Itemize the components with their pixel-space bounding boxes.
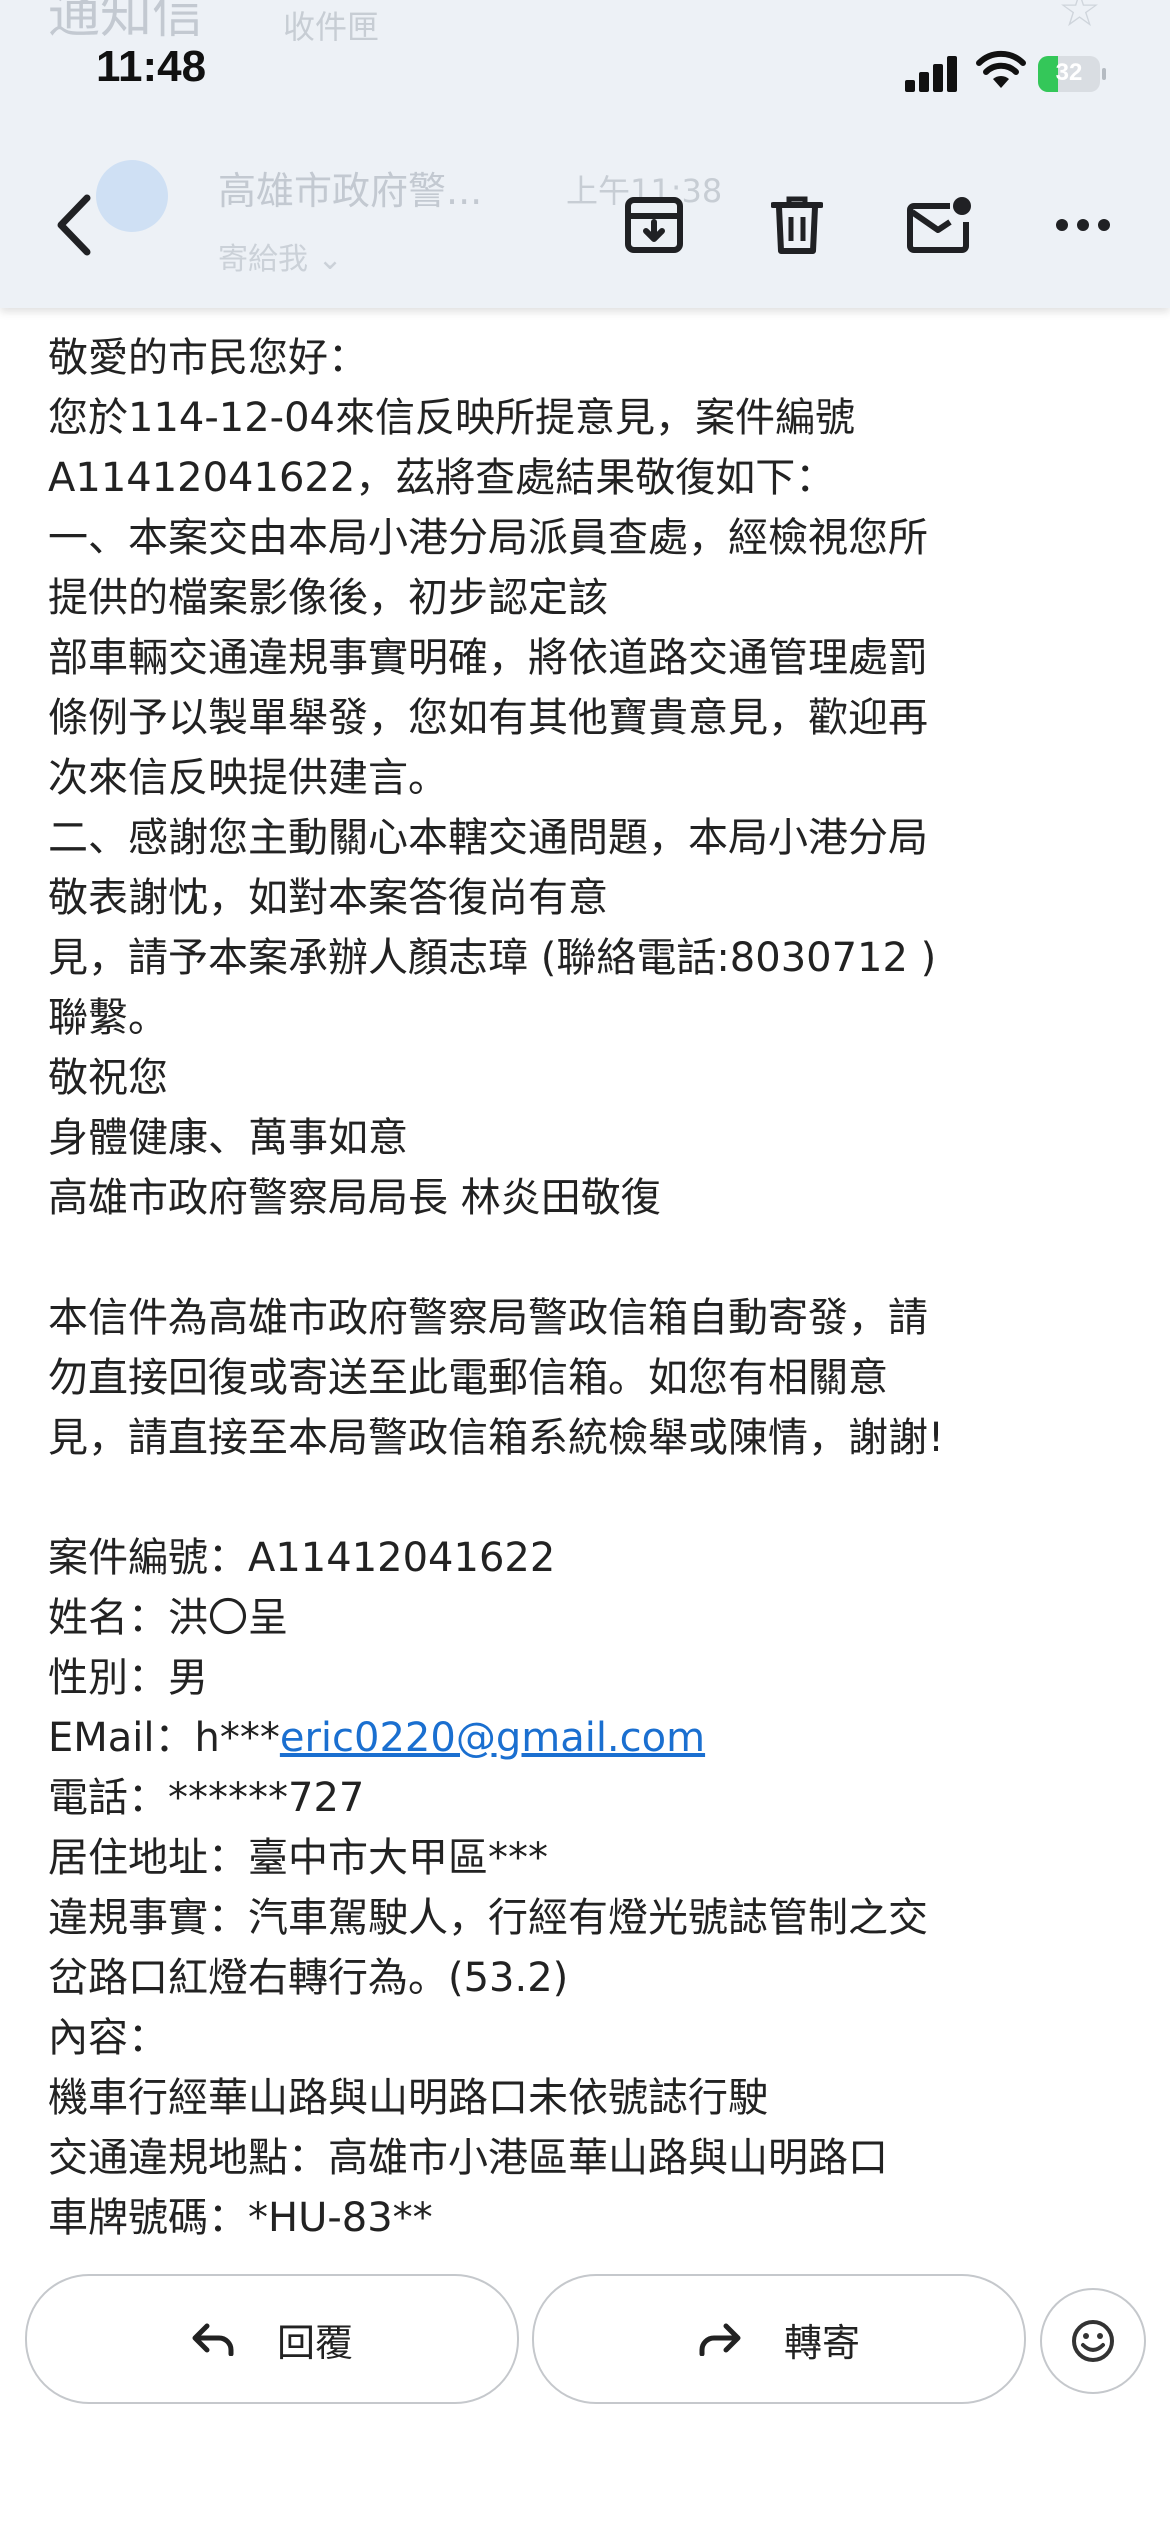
- forward-arrow-icon: [698, 2322, 742, 2356]
- license-plate: 車牌號碼：*HU-83**: [48, 2195, 433, 2241]
- email-header: 通知信 收件匣 ☆ 11:48 32 高雄市政府警... 上午11:38 寄給我…: [0, 0, 1170, 308]
- archive-button[interactable]: [619, 190, 689, 260]
- body-text-line: 二、感謝您主動關心本轄交通問題，本局小港分局: [48, 815, 928, 861]
- email-subject-scrolled: 通知信: [48, 0, 205, 45]
- body-text-line: A11412041622，茲將查處結果敬復如下：: [48, 455, 836, 501]
- emoji-reaction-button[interactable]: [1040, 2288, 1146, 2394]
- reporter-email: EMail：h***eric0220@gmail.com: [48, 1715, 706, 1761]
- back-button[interactable]: [38, 190, 108, 260]
- mail-unread-icon: [907, 197, 971, 253]
- wifi-icon: [976, 50, 1026, 88]
- content-text: 機車行經華山路與山明路口未依號誌行駛: [48, 2075, 768, 2121]
- body-text-line: 見，請予本案承辦人顏志璋 (聯絡電話:8030712 ): [48, 935, 937, 981]
- content-label: 內容：: [48, 2015, 168, 2061]
- chevron-left-icon: [57, 194, 91, 256]
- delete-button[interactable]: [762, 190, 832, 260]
- battery-indicator: 32: [1038, 56, 1108, 92]
- body-text-line: 部車輛交通違規事實明確，將依道路交通管理處罰: [48, 635, 928, 681]
- reply-label: 回覆: [276, 2320, 353, 2365]
- email-link[interactable]: eric0220@gmail.com: [280, 1715, 705, 1761]
- recipient-scrolled: 寄給我 ⌄: [218, 242, 343, 277]
- status-time: 11:48: [96, 42, 207, 91]
- body-text-line: 聯繫。: [48, 995, 168, 1041]
- greeting: 敬愛的市民您好：: [48, 335, 368, 381]
- closing-line: 身體健康、萬事如意: [48, 1115, 408, 1161]
- body-text-line: 敬表謝忱，如對本案答復尚有意: [48, 875, 608, 921]
- notice-line: 勿直接回復或寄送至此電郵信箱。如您有相關意: [48, 1355, 888, 1401]
- battery-percentage: 32: [1055, 59, 1083, 86]
- signature: 高雄市政府警察局局長 林炎田敬復: [48, 1175, 661, 1221]
- folder-label-scrolled: 收件匣: [283, 8, 380, 46]
- body-text-line: 條例予以製單舉發，您如有其他寶貴意見，歡迎再: [48, 695, 928, 741]
- closing-line: 敬祝您: [48, 1055, 168, 1101]
- forward-button[interactable]: 轉寄: [532, 2274, 1026, 2404]
- archive-icon: [625, 197, 683, 253]
- more-options-button[interactable]: [1048, 190, 1118, 260]
- mark-unread-button[interactable]: [904, 190, 974, 260]
- body-text-line: 次來信反映提供建言。: [48, 755, 448, 801]
- notice-line: 本信件為高雄市政府警察局警政信箱自動寄發，請: [48, 1295, 928, 1341]
- more-horizontal-icon: [1056, 219, 1110, 231]
- violation-fact: 岔路口紅燈右轉行為。(53.2): [48, 1955, 569, 2001]
- case-number: 案件編號：A11412041622: [48, 1535, 556, 1581]
- email-body: 敬愛的市民您好： 您於114-12-04來信反映所提意見，案件編號 A11412…: [48, 328, 1128, 2248]
- body-text-line: 您於114-12-04來信反映所提意見，案件編號: [48, 395, 856, 441]
- star-icon: ☆: [1058, 0, 1102, 38]
- cellular-signal-icon: [905, 56, 957, 92]
- violation-fact: 違規事實：汽車駕駛人，行經有燈光號誌管制之交: [48, 1895, 928, 1941]
- forward-label: 轉寄: [783, 2320, 860, 2365]
- reporter-name: 姓名：洪〇呈: [48, 1595, 288, 1641]
- notice-line: 見，請直接至本局警政信箱系統檢舉或陳情，謝謝!: [48, 1415, 945, 1461]
- body-text-line: 一、本案交由本局小港分局派員查處，經檢視您所: [48, 515, 928, 561]
- sender-name-scrolled: 高雄市政府警...: [218, 169, 483, 213]
- trash-icon: [771, 196, 823, 254]
- violation-location: 交通違規地點：高雄市小港區華山路與山明路口: [48, 2135, 888, 2181]
- body-text-line: 提供的檔案影像後，初步認定該: [48, 575, 608, 621]
- reply-button[interactable]: 回覆: [25, 2274, 519, 2404]
- smiley-icon: [1072, 2320, 1114, 2362]
- reply-arrow-icon: [191, 2322, 235, 2356]
- reporter-phone: 電話：******727: [48, 1775, 365, 1821]
- reporter-gender: 性別：男: [48, 1655, 208, 1701]
- reporter-address: 居住地址：臺中市大甲區***: [48, 1835, 548, 1881]
